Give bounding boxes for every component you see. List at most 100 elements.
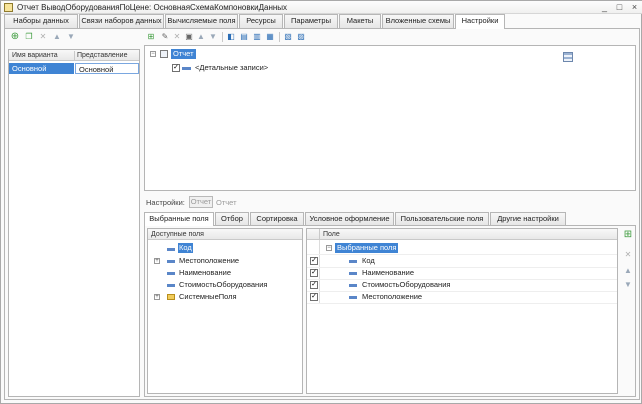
variant-presentation-cell[interactable]: Основной	[75, 63, 139, 74]
selected-fields-tree: Поле − Выбранные поля ✓ Код ✓ Наименован…	[306, 228, 618, 394]
detail-records-node[interactable]: <Детальные записи>	[195, 63, 268, 72]
available-fields-header: Доступные поля	[148, 229, 302, 240]
field-icon	[167, 260, 175, 263]
variants-toolbar: ⊕ ❐ ✕ ▲ ▼	[8, 31, 138, 45]
move-up-icon[interactable]: ▲	[196, 32, 206, 42]
field-checkbox[interactable]: ✓	[310, 257, 318, 265]
delete-field-icon[interactable]: ✕	[623, 250, 633, 260]
tab-parameters[interactable]: Параметры	[284, 14, 338, 28]
close-button[interactable]: ×	[629, 2, 640, 12]
checkbox-column-line	[319, 240, 320, 304]
column-divider	[319, 229, 320, 240]
field-checkbox[interactable]: ✓	[310, 269, 318, 277]
field-column-header: Поле	[323, 231, 340, 238]
detail-records-icon	[182, 67, 191, 70]
move-down-icon[interactable]: ▼	[623, 280, 633, 290]
properties-icon[interactable]: ▣	[184, 32, 194, 42]
table-icon[interactable]: ▤	[239, 32, 249, 42]
available-field-location[interactable]: Местоположение	[179, 256, 239, 265]
group-icon[interactable]: ◧	[226, 32, 236, 42]
available-field-code[interactable]: Код	[178, 243, 193, 253]
window-title: Отчет ВыводОборудованияПоЦене: ОсновнаяС…	[17, 3, 288, 12]
detail-records-checkbox[interactable]: ✓	[172, 64, 180, 72]
move-down-icon[interactable]: ▼	[66, 32, 76, 42]
folder-icon	[167, 294, 175, 300]
add-field-icon[interactable]: ⊞	[623, 230, 633, 240]
minimize-button[interactable]: _	[599, 2, 610, 12]
selected-field-location[interactable]: Местоположение	[362, 292, 422, 301]
title-bar: Отчет ВыводОборудованияПоЦене: ОсновнаяС…	[1, 1, 642, 14]
tab-datasets[interactable]: Наборы данных	[4, 14, 78, 28]
field-checkbox[interactable]: ✓	[310, 293, 318, 301]
field-icon	[167, 272, 175, 275]
row-divider	[307, 303, 617, 304]
available-field-cost[interactable]: СтоимостьОборудования	[179, 280, 267, 289]
selected-field-name[interactable]: Наименование	[362, 268, 414, 277]
variants-table: Имя варианта Представление Основной Осно…	[8, 49, 140, 397]
report-mode-button[interactable]: Отчет	[189, 196, 213, 208]
toolbar-separator	[222, 32, 223, 42]
delete-icon[interactable]: ✕	[172, 32, 182, 42]
field-icon	[167, 284, 175, 287]
move-up-icon[interactable]: ▲	[623, 266, 633, 276]
user-settings-icon[interactable]: ▨	[296, 32, 306, 42]
field-icon	[349, 260, 357, 263]
report-mode-text: Отчет	[216, 198, 237, 207]
collapse-icon[interactable]: −	[150, 51, 156, 57]
toolbar-separator	[279, 32, 280, 42]
tab-calculated-fields[interactable]: Вычисляемые поля	[165, 14, 238, 28]
tab-resources[interactable]: Ресурсы	[239, 14, 283, 28]
tab-nested-schemas[interactable]: Вложенные схемы	[382, 14, 454, 28]
available-field-system[interactable]: СистемныеПоля	[179, 292, 237, 301]
maximize-button[interactable]: □	[614, 2, 625, 12]
tab-settings[interactable]: Настройки	[455, 14, 505, 29]
variant-name-cell[interactable]: Основной	[9, 63, 74, 74]
row-divider	[307, 267, 617, 268]
table-row[interactable]: Основной Основной	[9, 63, 139, 74]
move-up-icon[interactable]: ▲	[52, 32, 62, 42]
row-divider	[307, 291, 617, 292]
expand-icon[interactable]: +	[154, 294, 160, 300]
structure-toolbar: ⊞ ✎ ✕ ▣ ▲ ▼ ◧ ▤ ▥ ▦ ▧ ▨	[144, 31, 324, 45]
chart-icon[interactable]: ▥	[252, 32, 262, 42]
delete-variant-icon[interactable]: ✕	[38, 32, 48, 42]
available-field-name[interactable]: Наименование	[179, 268, 231, 277]
settings-label: Настройки:	[146, 198, 185, 207]
tab-selected-fields[interactable]: Выбранные поля	[144, 212, 214, 226]
add-variant-icon[interactable]: ⊕	[10, 32, 20, 42]
row-divider	[307, 254, 617, 255]
column-presentation[interactable]: Представление	[77, 50, 139, 61]
edit-icon[interactable]: ✎	[160, 32, 170, 42]
report-icon	[4, 3, 13, 12]
selected-fields-root[interactable]: Выбранные поля	[335, 243, 399, 253]
selected-field-code[interactable]: Код	[362, 256, 375, 265]
settings-icon[interactable]: ▧	[283, 32, 293, 42]
available-fields-tree: Доступные поля Код + Местоположение Наим…	[147, 228, 303, 394]
tab-user-fields[interactable]: Пользовательские поля	[395, 212, 489, 225]
selected-field-cost[interactable]: СтоимостьОборудования	[362, 280, 450, 289]
designer-window: Отчет ВыводОборудованияПоЦене: ОсновнаяС…	[0, 0, 642, 404]
column-variant-name[interactable]: Имя варианта	[12, 50, 72, 61]
move-down-icon[interactable]: ▼	[208, 32, 218, 42]
field-checkbox[interactable]: ✓	[310, 281, 318, 289]
filter-icon[interactable]: ▦	[265, 32, 275, 42]
field-icon	[349, 272, 357, 275]
collapse-icon[interactable]: −	[326, 245, 332, 251]
structure-mode-icon[interactable]	[563, 52, 573, 62]
copy-variant-icon[interactable]: ❐	[24, 32, 34, 42]
field-icon	[349, 284, 357, 287]
add-group-icon[interactable]: ⊞	[146, 32, 156, 42]
expand-icon[interactable]: +	[154, 258, 160, 264]
selected-fields-header: Поле	[307, 229, 617, 240]
report-node-icon	[160, 50, 168, 58]
tab-sort[interactable]: Сортировка	[250, 212, 304, 225]
tab-filter[interactable]: Отбор	[215, 212, 249, 225]
tab-dataset-links[interactable]: Связи наборов данных	[79, 14, 164, 28]
report-node[interactable]: Отчет	[171, 49, 196, 59]
variants-header: Имя варианта Представление	[9, 50, 139, 61]
tab-templates[interactable]: Макеты	[339, 14, 381, 28]
structure-tree: − Отчет ✓ <Детальные записи>	[144, 45, 636, 191]
column-divider	[74, 51, 75, 60]
tab-other-settings[interactable]: Другие настройки	[490, 212, 566, 225]
tab-conditional-formatting[interactable]: Условное оформление	[305, 212, 394, 225]
